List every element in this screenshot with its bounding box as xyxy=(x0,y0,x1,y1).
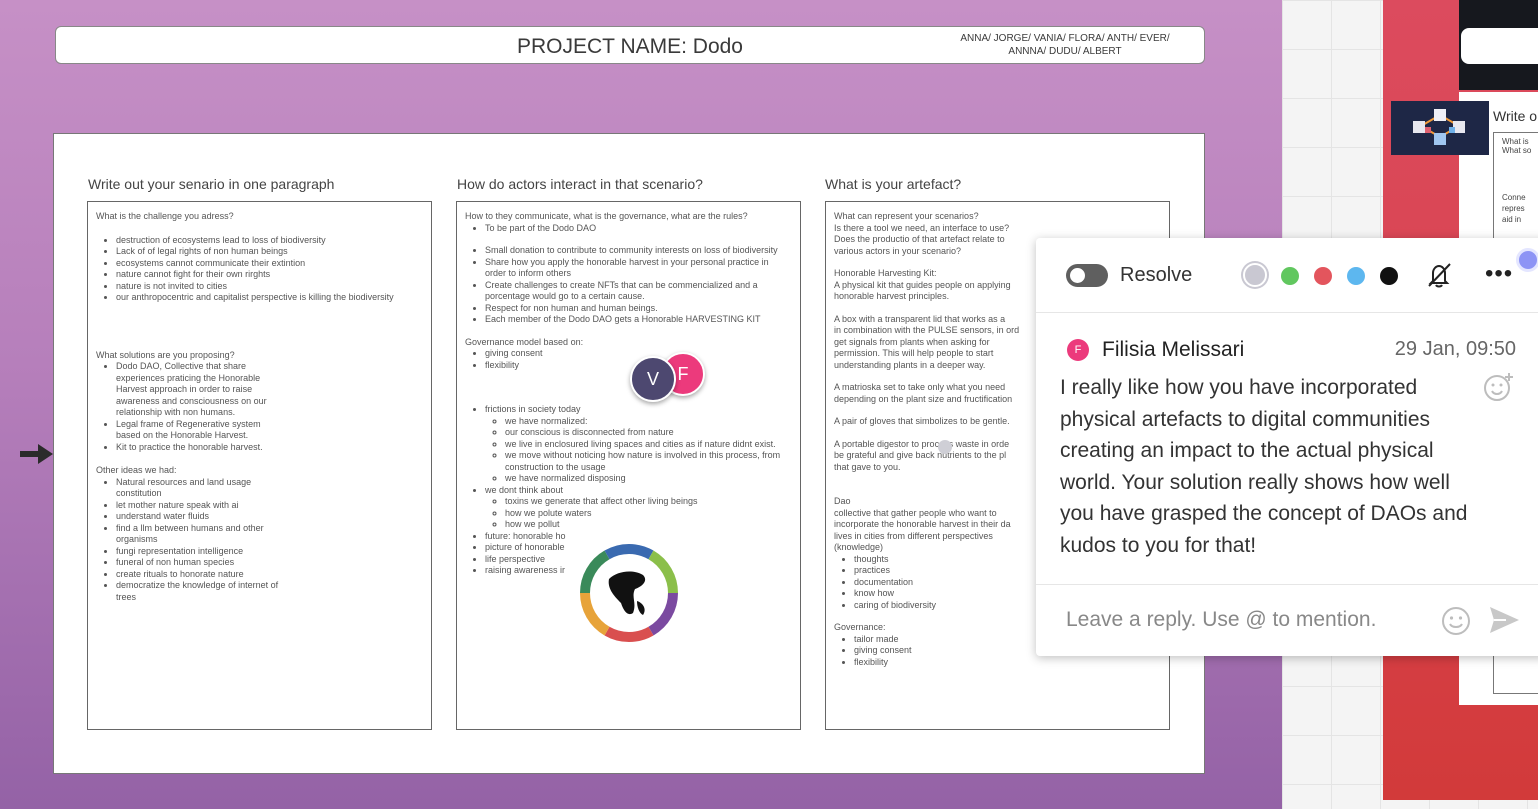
question: Governance model based on: xyxy=(465,336,584,347)
network-logo-icon[interactable] xyxy=(1391,101,1489,155)
think-sublist: toxins we generate that affect other liv… xyxy=(485,496,786,531)
list-item: frictions in society today xyxy=(485,404,786,416)
list-item: we have normalized: xyxy=(505,416,786,428)
ideas-list: Natural resources and land usage constit… xyxy=(96,477,423,604)
frictions-sublist: we have normalized: our conscious is dis… xyxy=(485,416,786,485)
color-swatch-blue[interactable] xyxy=(1347,267,1365,285)
send-icon[interactable] xyxy=(1488,605,1520,635)
list-item: we have normalized disposing xyxy=(505,473,786,485)
list-item: find a llm between humans and other orga… xyxy=(116,523,283,546)
list-item: democratize the knowledge of internet of… xyxy=(116,580,283,603)
list-item: we move without noticing how nature is i… xyxy=(505,450,786,473)
challenge-list: destruction of ecosystems lead to loss o… xyxy=(96,235,423,304)
right-card-t1: Conne xyxy=(1502,193,1526,202)
list-item: Respect for non human and human beings. xyxy=(485,303,792,315)
author-avatar[interactable]: F xyxy=(1067,339,1089,361)
comment-author: Filisia Melissari xyxy=(1102,338,1245,361)
list-item: giving consent xyxy=(485,348,792,360)
question: What solutions are you proposing? xyxy=(96,349,235,360)
list-item: we live in enclosured living spaces and … xyxy=(505,439,786,451)
resolve-label[interactable]: Resolve xyxy=(1120,264,1192,287)
actors-text-box[interactable]: How to they communicate, what is the gov… xyxy=(456,201,801,730)
list-item: nature cannot fight for their own rirght… xyxy=(116,269,423,281)
list-item: Each member of the Dodo DAO gets a Honor… xyxy=(485,314,792,326)
resolve-toggle[interactable] xyxy=(1066,264,1108,287)
right-card-q1: What is xyxy=(1502,137,1529,146)
list-item: Kit to practice the honorable harvest. xyxy=(116,442,283,454)
list-item: how we pollut xyxy=(505,519,786,531)
members-line-2: ANNNA/ DUDU/ ALBERT xyxy=(1008,46,1122,57)
right-card-q2: What so xyxy=(1502,146,1532,155)
list-item: Natural resources and land usage constit… xyxy=(116,477,283,500)
list-item: toxins we generate that affect other liv… xyxy=(505,496,786,508)
arrow-right-icon[interactable] xyxy=(20,441,54,467)
text-line: Is there a tool we need, an interface to… xyxy=(834,222,1010,233)
color-swatch-red[interactable] xyxy=(1314,267,1332,285)
emoji-add-icon[interactable] xyxy=(1483,371,1515,403)
communication-list: To be part of the Dodo DAO Small donatio… xyxy=(465,223,792,326)
comment-date: 29 Jan, 09:50 xyxy=(1394,338,1516,360)
list-item: Lack of of legal rights of non human bei… xyxy=(116,246,423,258)
toggle-knob xyxy=(1070,268,1085,283)
question: What is the challenge you adress? xyxy=(96,211,234,221)
list-item: Share how you apply the honorable harves… xyxy=(485,257,792,280)
list-item: ecosystems cannot communicate their exti… xyxy=(116,258,423,270)
column-heading-artefact: What is your artefact? xyxy=(825,176,962,192)
list-item: destruction of ecosystems lead to loss o… xyxy=(116,235,423,247)
text-line: What can represent your scenarios? xyxy=(834,211,979,221)
question: Other ideas we had: xyxy=(96,465,177,475)
list-item: fungi representation intelligence xyxy=(116,546,283,558)
list-item: understand water fluids xyxy=(116,511,283,523)
right-card-title: Write o xyxy=(1493,108,1538,124)
list-item: funeral of non human species xyxy=(116,557,283,569)
list-item: flexibility xyxy=(854,657,1161,669)
white-pill xyxy=(1461,28,1538,64)
collaborator-avatar-v[interactable]: V xyxy=(630,356,676,402)
cursor-marker[interactable] xyxy=(938,440,952,454)
list-item: To be part of the Dodo DAO xyxy=(485,223,792,235)
scenario-text-box[interactable]: What is the challenge you adress? destru… xyxy=(87,201,432,730)
list-item: nature is not invited to cities xyxy=(116,281,423,293)
team-members: ANNA/ JORGE/ VANIA/ FLORA/ ANTH/ EVER/ A… xyxy=(940,32,1190,58)
project-title-bar[interactable]: PROJECT NAME: Dodo ANNA/ JORGE/ VANIA/ F… xyxy=(55,26,1205,64)
column-heading-scenario: Write out your senario in one paragraph xyxy=(88,176,335,192)
list-item: let mother nature speak with ai xyxy=(116,500,283,512)
question: How to they communicate, what is the gov… xyxy=(465,211,748,221)
selection-handle[interactable] xyxy=(1516,248,1538,272)
right-card-t3: aid in xyxy=(1502,215,1522,224)
color-swatch-grey[interactable] xyxy=(1243,263,1267,287)
governance-list: giving consent flexibility xyxy=(465,348,792,371)
list-item: our conscious is disconnected from natur… xyxy=(505,427,786,439)
comment-panel[interactable]: Resolve ••• F Filisia Melissari 29 Jan, … xyxy=(1036,238,1538,656)
list-item: Small donation to contribute to communit… xyxy=(485,245,792,257)
smile-icon[interactable] xyxy=(1441,606,1471,636)
divider xyxy=(1036,312,1538,313)
comment-text: I really like how you have incorporated … xyxy=(1060,376,1468,557)
list-item: create rituals to honorate nature xyxy=(116,569,283,581)
divider xyxy=(1036,584,1538,585)
reply-input[interactable]: Leave a reply. Use @ to mention. xyxy=(1066,608,1376,632)
bell-off-icon[interactable] xyxy=(1424,260,1454,290)
more-icon[interactable]: ••• xyxy=(1485,260,1513,288)
list-item: Dodo DAO, Collective that share experien… xyxy=(116,361,283,419)
dark-image-frame[interactable] xyxy=(1459,0,1538,90)
list-item: Create challenges to create NFTs that ca… xyxy=(485,280,792,303)
earth-emblem-icon[interactable] xyxy=(577,541,681,645)
right-card-t2: repres xyxy=(1502,204,1525,213)
color-swatch-green[interactable] xyxy=(1281,267,1299,285)
list-item: how we polute waters xyxy=(505,508,786,520)
solutions-list: Dodo DAO, Collective that share experien… xyxy=(96,361,423,453)
members-line-1: ANNA/ JORGE/ VANIA/ FLORA/ ANTH/ EVER/ xyxy=(960,33,1170,44)
list-item: our anthropocentric and capitalist persp… xyxy=(116,292,423,304)
list-item: Legal frame of Regenerative system based… xyxy=(116,419,283,442)
list-item: we dont think about xyxy=(485,485,786,497)
column-heading-actors: How do actors interact in that scenario? xyxy=(457,176,703,192)
color-swatch-black[interactable] xyxy=(1380,267,1398,285)
